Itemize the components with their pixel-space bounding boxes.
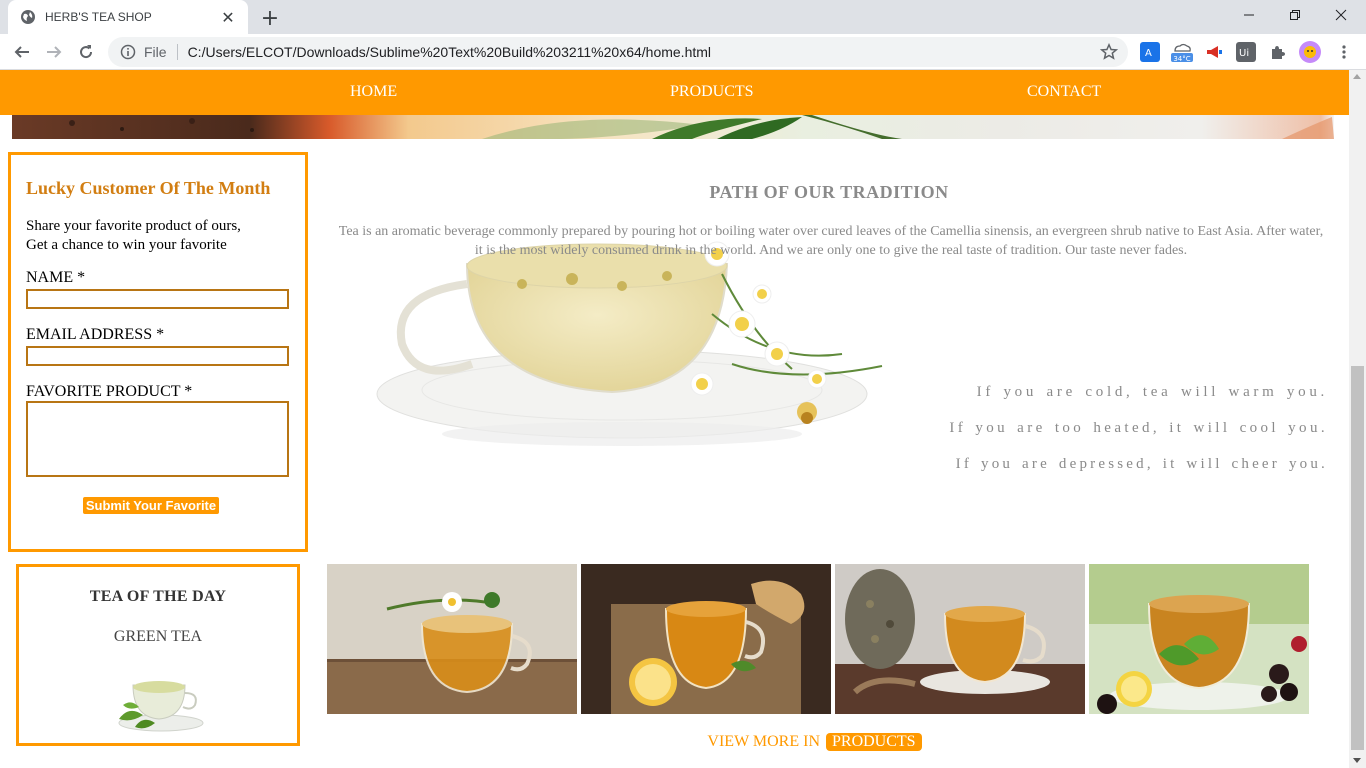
svg-text:Ui: Ui [1239,48,1249,59]
lucky-customer-form: Lucky Customer Of The Month Share your f… [8,152,308,552]
extensions-button[interactable] [1268,42,1288,62]
ui-extension-icon[interactable]: Ui [1236,42,1256,62]
close-window-button[interactable] [1318,0,1364,30]
nav-home-link[interactable]: HOME [350,83,397,101]
scrollbar-thumb[interactable] [1351,366,1364,750]
tea-of-the-day-title: TEA OF THE DAY [89,588,227,605]
gallery-image-mint-berry-tea[interactable] [1089,564,1309,714]
browser-tab-strip: HERB'S TEA SHOP ✕ + [0,0,1366,34]
minimize-button[interactable] [1226,0,1272,30]
lucky-description-line: Share your favorite product of ours, [26,218,241,234]
url-text[interactable]: C:/Users/ELCOT/Downloads/Sublime%20Text%… [188,44,1100,60]
tab-title: HERB'S TEA SHOP [45,10,152,24]
view-more-prefix: VIEW MORE IN [707,733,820,750]
translate-icon: A [1145,48,1152,59]
globe-icon [21,10,35,24]
back-arrow-icon [14,46,29,58]
email-field[interactable] [26,346,289,366]
avatar-icon [1304,46,1316,58]
tea-of-the-day-name: GREEN TEA [113,628,203,645]
hero-leaves-graphic [69,115,1334,139]
svg-text:A: A [1145,48,1152,59]
name-field-label: NAME * [26,269,86,286]
tea-of-the-day-card: TEA OF THE DAY GREEN TEA [16,564,300,746]
chamomile-tea-cup-image [376,241,883,446]
puzzle-icon [1272,46,1285,59]
tradition-quote-1: If you are cold, tea will warm you. [976,384,1328,400]
profile-avatar[interactable] [1299,41,1321,63]
browser-tab[interactable]: HERB'S TEA SHOP ✕ [8,0,248,34]
info-icon[interactable] [120,44,136,60]
name-field[interactable] [26,289,289,309]
file-scheme-label: File [144,44,178,60]
page-viewport: HOME PRODUCTS CONTACT Lucky Customer Of … [0,70,1349,768]
back-button[interactable] [8,38,36,66]
megaphone-icon [1207,46,1222,58]
restore-icon [1290,10,1300,20]
nav-products-link[interactable]: PRODUCTS [670,83,754,101]
reload-button[interactable] [72,38,100,66]
email-field-label: EMAIL ADDRESS * [26,326,165,343]
hero-banner-image [12,115,1334,139]
address-bar[interactable]: File C:/Users/ELCOT/Downloads/Sublime%20… [108,37,1128,67]
green-tea-cup-image [118,681,204,732]
browser-menu-button[interactable] [1334,42,1354,62]
forward-arrow-icon [47,46,62,58]
tradition-description: Tea is an aromatic beverage commonly pre… [338,224,1324,258]
view-more-row: VIEW MORE IN PRODUCTS [0,733,1349,751]
tradition-section: PATH OF OUR TRADITION Tea is an aromatic… [322,154,1336,554]
favorite-product-label: FAVORITE PRODUCT * [26,383,193,400]
close-tab-icon[interactable]: ✕ [218,7,238,27]
site-navbar: HOME PRODUCTS CONTACT [0,70,1349,115]
nav-contact-link[interactable]: CONTACT [1027,83,1101,101]
restore-button[interactable] [1272,0,1318,30]
scroll-up-arrow-icon[interactable] [1353,74,1361,79]
forward-button[interactable] [40,38,68,66]
gallery-image-ginger-lemon-tea[interactable] [581,564,831,714]
gallery-image-chamomile-tea[interactable] [327,564,577,714]
lucky-customer-description: Share your favorite product of ours, Get… [26,217,241,255]
translate-extension-icon[interactable]: A [1140,42,1160,62]
scroll-down-arrow-icon[interactable] [1353,758,1361,763]
new-tab-button[interactable]: + [256,4,284,32]
weather-badge: 34°C [1173,55,1191,63]
lucky-customer-title: Lucky Customer Of The Month [26,178,271,198]
minimize-icon [1244,14,1254,16]
bookmark-star-icon[interactable] [1100,43,1118,61]
gallery-image-herbal-tea[interactable] [835,564,1085,714]
megaphone-extension-icon[interactable] [1204,42,1224,62]
ui-path-icon: Ui [1239,48,1249,59]
browser-toolbar: File C:/Users/ELCOT/Downloads/Sublime%20… [0,34,1366,70]
tradition-quote-2: If you are too heated, it will cool you. [949,420,1328,436]
submit-favorite-button[interactable]: Submit Your Favorite [83,497,219,514]
tradition-quote-3: If you are depressed, it will cheer you. [955,456,1328,472]
tradition-title: PATH OF OUR TRADITION [709,182,949,202]
lucky-description-line: Get a chance to win your favorite [26,237,227,253]
favorite-product-textarea[interactable] [26,401,289,477]
reload-icon [80,45,93,59]
page-scrollbar[interactable] [1349,70,1366,768]
view-more-products-link[interactable]: PRODUCTS [826,733,922,751]
close-icon [1335,9,1347,21]
kebab-menu-icon [1342,45,1346,59]
